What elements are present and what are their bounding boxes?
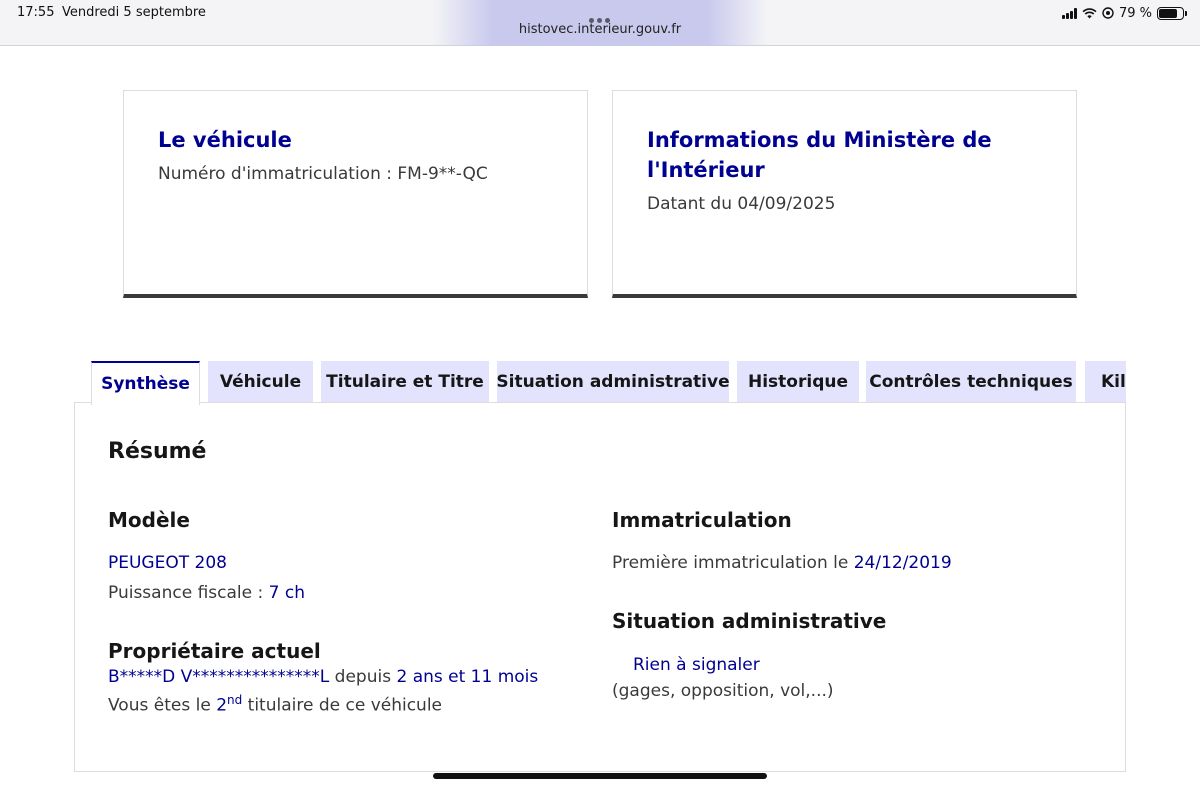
admin-heading: Situation administrative [612,609,887,633]
ministry-title-line1: Informations du Ministère de [647,128,992,152]
owner-heading: Propriétaire actuel [108,639,321,663]
owner-line: B*****D V***************L depuis 2 ans e… [108,667,538,687]
signal-icon [1061,7,1077,19]
tab-titulaire-et-titre[interactable]: Titulaire et Titre [321,361,489,403]
ministry-card-title: Informations du Ministère de l'Intérieur [647,125,1046,185]
status-date: Vendredi 5 septembre [62,5,206,20]
battery-icon [1157,6,1187,20]
url-text[interactable]: histovec.interieur.gouv.fr [430,22,770,37]
owner-rank-suffix: titulaire de ce véhicule [242,695,443,716]
owner-rank-value: 2 [216,695,228,716]
wifi-icon [1082,7,1097,19]
focus-icon [1102,7,1114,19]
first-registration-label: Première immatriculation le [612,553,854,573]
tab-vehicule[interactable]: Véhicule [208,361,313,403]
fiscal-power-value: 7 ch [268,583,305,603]
admin-detail: (gages, opposition, vol,...) [612,681,834,701]
status-bar: 17:55 Vendredi 5 septembre histovec.inte… [0,0,1200,46]
data-date: Datant du 04/09/2025 [647,194,836,214]
registration-heading: Immatriculation [612,508,792,532]
resume-heading: Résumé [108,439,207,464]
ministry-card: Informations du Ministère de l'Intérieur… [612,90,1077,298]
first-registration: Première immatriculation le 24/12/2019 [612,553,952,573]
vehicle-card: Le véhicule Numéro d'immatriculation : F… [123,90,588,298]
owner-name: B*****D V***************L [108,667,330,687]
fiscal-power: Puissance fiscale : 7 ch [108,583,305,603]
owner-rank: Vous êtes le 2nd titulaire de ce véhicul… [108,693,442,716]
owner-since-value: 2 ans et 11 mois [396,667,539,687]
tab-historique[interactable]: Historique [737,361,859,403]
owner-since-label: depuis [329,667,397,687]
owner-rank-sup: nd [227,693,243,707]
tab-situation-administrative[interactable]: Situation administrative [497,361,729,403]
tab-controles-techniques[interactable]: Contrôles techniques [866,361,1076,403]
fiscal-power-label: Puissance fiscale : [108,583,269,603]
more-dots-icon[interactable] [589,8,613,23]
ministry-title-line2: l'Intérieur [647,158,765,182]
status-time: 17:55 [17,5,55,20]
tab-kilometrage[interactable]: Kil [1085,361,1126,403]
owner-rank-prefix: Vous êtes le [108,695,217,716]
first-registration-date: 24/12/2019 [853,553,952,573]
battery-percent: 79 % [1118,5,1152,21]
tab-synthese[interactable]: Synthèse [91,361,200,405]
plate-number: Numéro d'immatriculation : FM-9**-QC [158,164,488,184]
model-heading: Modèle [108,508,190,532]
status-indicators: 79 % [1061,4,1187,22]
vehicle-card-title: Le véhicule [158,128,292,152]
home-indicator[interactable] [433,773,767,779]
model-name: PEUGEOT 208 [108,553,227,573]
admin-status: Rien à signaler [633,655,760,675]
